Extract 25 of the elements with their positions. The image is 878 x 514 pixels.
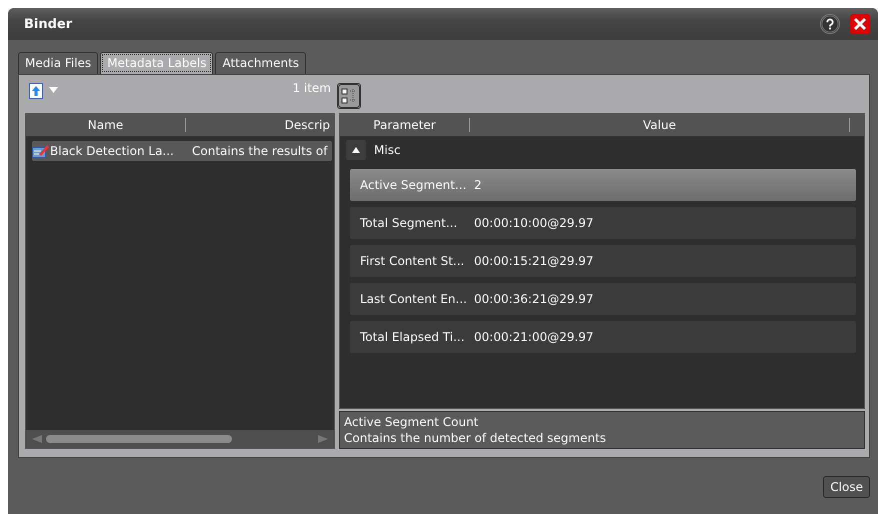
window-title: Binder xyxy=(24,16,74,32)
collapse-button[interactable] xyxy=(346,140,366,160)
label-edit-icon xyxy=(32,144,50,158)
close-button[interactable]: Close xyxy=(823,476,870,498)
property-row[interactable]: Active Segment... 2 xyxy=(350,169,856,201)
property-row[interactable]: Last Content En... 00:00:36:21@29.97 xyxy=(350,283,856,315)
description-title: Active Segment Count xyxy=(344,414,480,430)
property-row[interactable]: Total Segment... 00:00:10:00@29.97 xyxy=(350,207,856,239)
triangle-icon xyxy=(352,147,360,153)
grid-view-icon[interactable] xyxy=(337,83,361,109)
column-header[interactable]: Parameter xyxy=(340,118,470,132)
section-label: Misc xyxy=(374,143,401,157)
tab[interactable]: Media Files xyxy=(18,52,98,74)
description-text: Contains the number of detected segments xyxy=(344,430,608,446)
property-row[interactable]: Total Elapsed Ti... 00:00:21:00@29.97 xyxy=(350,321,856,353)
list-row[interactable]: Black Detection La... Contains the results of xyxy=(32,141,332,161)
column-header[interactable]: Value xyxy=(470,118,850,132)
column-header[interactable]: Name xyxy=(26,118,186,132)
property-row[interactable]: First Content St... 00:00:15:21@29.97 xyxy=(350,245,856,277)
help-icon[interactable] xyxy=(820,14,840,34)
upload-icon[interactable] xyxy=(29,83,43,99)
column-header[interactable]: Descrip xyxy=(186,118,334,132)
item-count: 1 item xyxy=(292,81,331,97)
tab[interactable]: Attachments xyxy=(215,52,306,74)
close-icon[interactable] xyxy=(850,14,870,34)
